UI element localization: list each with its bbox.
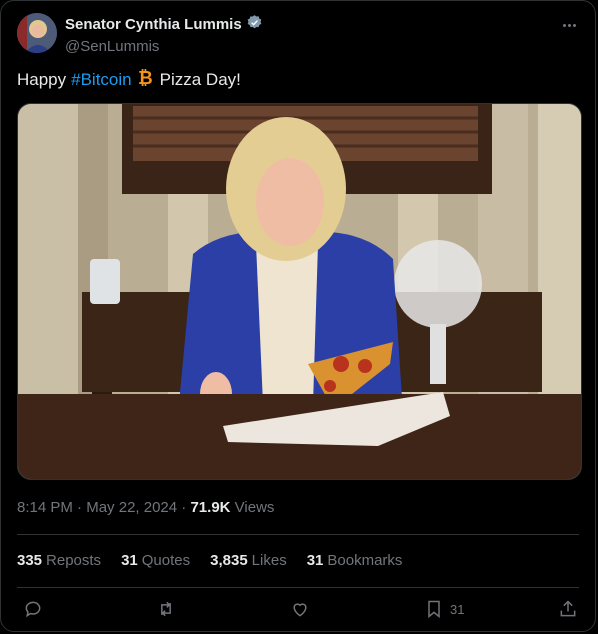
tweet-time[interactable]: 8:14 PM (17, 499, 73, 516)
bookmarks-count: 31 (306, 552, 324, 569)
divider (17, 587, 579, 588)
likes-label: Likes (251, 552, 287, 569)
bookmarks-stat[interactable]: 31 Bookmarks (307, 552, 403, 569)
repost-icon (161, 601, 171, 617)
reply-button[interactable] (23, 599, 43, 619)
avatar[interactable] (17, 13, 57, 53)
tweet-date[interactable]: May 22, 2024 (86, 499, 177, 516)
bookmarks-label: Bookmarks (327, 552, 403, 569)
bookmark-action-count: 31 (450, 601, 465, 617)
like-icon (293, 603, 307, 617)
author-block: Senator Cynthia Lummis @SenLummis (65, 14, 263, 55)
divider (17, 534, 579, 535)
tweet-photo[interactable] (17, 103, 582, 480)
tweet-card: Senator Cynthia Lummis @SenLummis Happy … (0, 0, 596, 632)
views-label: Views (234, 499, 275, 516)
views-count: 71.9K (190, 499, 231, 516)
bookmark-button[interactable]: 31 (424, 599, 464, 619)
reply-icon (25, 601, 41, 618)
author-handle[interactable]: @SenLummis (65, 38, 263, 55)
tweet-text: Happy #Bitcoin ₿ Pizza Day! (17, 67, 241, 92)
bookmark-icon (428, 600, 440, 619)
author-name[interactable]: Senator Cynthia Lummis (65, 16, 242, 33)
quotes-count: 31 (121, 552, 138, 569)
bitcoin-icon: ₿ (137, 67, 153, 92)
tweet-meta: 8:14 PM · May 22, 2024 · 71.9K Views (17, 499, 274, 516)
tweet-text-prefix: Happy (17, 69, 67, 89)
reposts-count: 335 (17, 552, 43, 569)
more-icon[interactable] (559, 17, 579, 33)
reposts-label: Reposts (46, 552, 102, 569)
meta-separator: · (77, 499, 87, 516)
likes-stat[interactable]: 3,835 Likes (210, 552, 287, 569)
likes-count: 3,835 (210, 552, 248, 569)
tweet-text-suffix: Pizza Day! (159, 69, 241, 89)
quotes-label: Quotes (141, 552, 191, 569)
like-button[interactable] (290, 599, 310, 619)
tweet-header: Senator Cynthia Lummis @SenLummis (17, 13, 579, 55)
engagement-stats: 335 Reposts 31 Quotes 3,835 Likes 31 Bookmar… (17, 552, 402, 569)
hashtag-link[interactable]: #Bitcoin (71, 70, 131, 90)
action-bar: 31 (17, 599, 579, 623)
quotes-stat[interactable]: 31 Quotes (121, 552, 190, 569)
verified-icon (246, 14, 263, 35)
svg-text:₿: ₿ (138, 68, 152, 87)
repost-button[interactable] (156, 599, 176, 619)
share-icon (560, 600, 576, 617)
reposts-stat[interactable]: 335 Reposts (17, 552, 101, 569)
share-button[interactable] (558, 599, 578, 619)
